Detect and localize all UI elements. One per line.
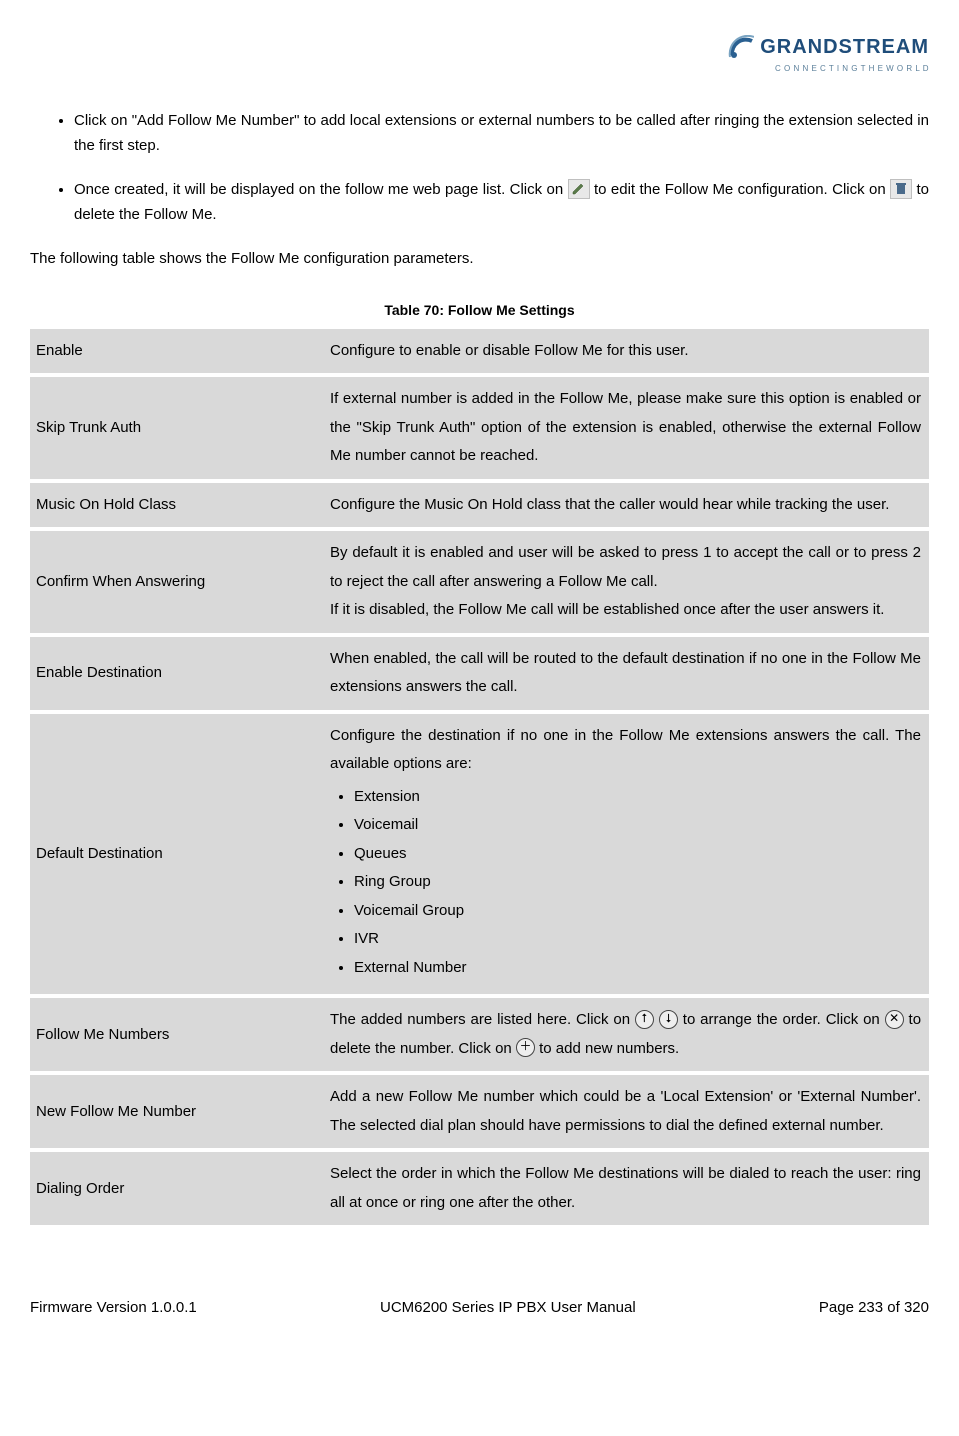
setting-desc-line: By default it is enabled and user will b… <box>330 544 921 590</box>
table-row: New Follow Me Number Add a new Follow Me… <box>30 1073 929 1150</box>
setting-desc-line: If it is disabled, the Follow Me call wi… <box>330 601 884 618</box>
brand-tagline: C O N N E C T I N G T H E W O R L D <box>728 62 929 76</box>
setting-desc: If external number is added in the Follo… <box>324 375 929 481</box>
instruction-text: Once created, it will be displayed on th… <box>74 181 568 198</box>
setting-desc: Configure the Music On Hold class that t… <box>324 481 929 530</box>
setting-desc: Configure to enable or disable Follow Me… <box>324 329 929 376</box>
setting-desc: Configure the destination if no one in t… <box>324 712 929 997</box>
option-item: Voicemail <box>354 811 921 840</box>
option-item: Voicemail Group <box>354 897 921 926</box>
setting-desc-part: to add new numbers. <box>539 1040 679 1057</box>
instruction-item: Click on "Add Follow Me Number" to add l… <box>74 108 929 159</box>
add-icon: ＋ <box>516 1038 535 1057</box>
table-row: Follow Me Numbers The added numbers are … <box>30 996 929 1073</box>
setting-label: New Follow Me Number <box>30 1073 324 1150</box>
instruction-item: Once created, it will be displayed on th… <box>74 177 929 228</box>
option-item: IVR <box>354 925 921 954</box>
footer-page: Page 233 of 320 <box>819 1295 929 1321</box>
brand-name: GRANDSTREAM <box>760 30 929 64</box>
instruction-text: to edit the Follow Me configuration. Cli… <box>594 181 890 198</box>
table-row: Default Destination Configure the destin… <box>30 712 929 997</box>
setting-label: Skip Trunk Auth <box>30 375 324 481</box>
setting-desc-part: to arrange the order. Click on <box>683 1011 885 1028</box>
setting-label: Enable Destination <box>30 635 324 712</box>
instruction-text: Click on "Add Follow Me Number" to add l… <box>74 112 929 155</box>
option-item: Ring Group <box>354 868 921 897</box>
setting-desc: Add a new Follow Me number which could b… <box>324 1073 929 1150</box>
setting-desc-intro: Configure the destination if no one in t… <box>330 727 921 773</box>
setting-desc: The added numbers are listed here. Click… <box>324 996 929 1073</box>
page-footer: Firmware Version 1.0.0.1 UCM6200 Series … <box>30 1295 929 1321</box>
setting-label: Default Destination <box>30 712 324 997</box>
setting-label: Follow Me Numbers <box>30 996 324 1073</box>
footer-title: UCM6200 Series IP PBX User Manual <box>380 1295 636 1321</box>
settings-table: Enable Configure to enable or disable Fo… <box>30 329 929 1226</box>
table-row: Confirm When Answering By default it is … <box>30 529 929 635</box>
option-item: Queues <box>354 840 921 869</box>
setting-label: Confirm When Answering <box>30 529 324 635</box>
setting-label: Dialing Order <box>30 1150 324 1225</box>
table-row: Enable Configure to enable or disable Fo… <box>30 329 929 376</box>
edit-icon <box>568 179 590 199</box>
remove-icon: ✕ <box>885 1010 904 1029</box>
options-list: Extension Voicemail Queues Ring Group Vo… <box>330 783 921 983</box>
setting-desc: Select the order in which the Follow Me … <box>324 1150 929 1225</box>
table-row: Enable Destination When enabled, the cal… <box>30 635 929 712</box>
table-caption: Table 70: Follow Me Settings <box>30 299 929 323</box>
setting-desc: By default it is enabled and user will b… <box>324 529 929 635</box>
table-row: Music On Hold Class Configure the Music … <box>30 481 929 530</box>
option-item: External Number <box>354 954 921 983</box>
setting-label: Music On Hold Class <box>30 481 324 530</box>
header-logo: GRANDSTREAM C O N N E C T I N G T H E W … <box>30 30 929 80</box>
option-item: Extension <box>354 783 921 812</box>
arrow-down-icon: ⭣ <box>659 1010 678 1029</box>
table-intro: The following table shows the Follow Me … <box>30 246 929 272</box>
arrow-up-icon: ⭡ <box>635 1010 654 1029</box>
footer-firmware: Firmware Version 1.0.0.1 <box>30 1295 197 1321</box>
setting-label: Enable <box>30 329 324 376</box>
instruction-list: Click on "Add Follow Me Number" to add l… <box>30 108 929 228</box>
setting-desc-part: The added numbers are listed here. Click… <box>330 1011 635 1028</box>
setting-desc: When enabled, the call will be routed to… <box>324 635 929 712</box>
delete-icon <box>890 179 912 199</box>
table-row: Dialing Order Select the order in which … <box>30 1150 929 1225</box>
brand-globe-icon <box>728 35 754 59</box>
table-row: Skip Trunk Auth If external number is ad… <box>30 375 929 481</box>
